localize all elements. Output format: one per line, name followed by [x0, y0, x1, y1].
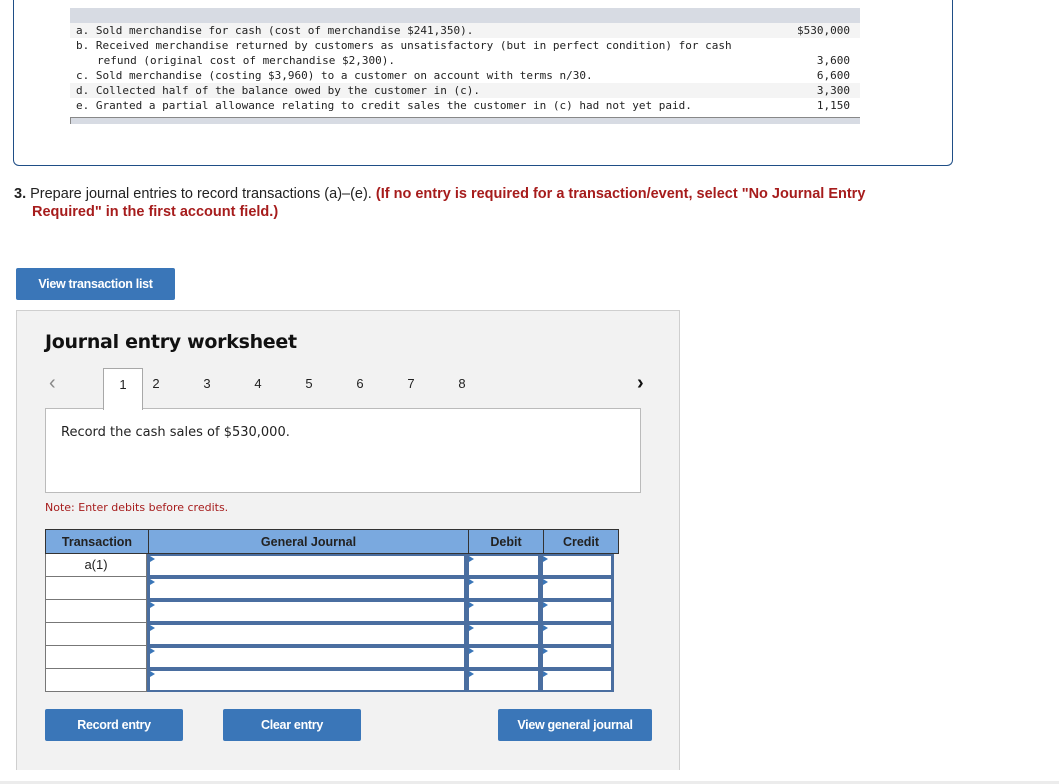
journal-table: Transaction General Journal Debit Credit… — [45, 529, 619, 692]
credit-input[interactable] — [540, 600, 614, 623]
transaction-description: Received merchandise returned by custome… — [95, 39, 732, 52]
transaction-letter: d. — [76, 84, 90, 97]
transaction-cell — [45, 669, 148, 692]
view-general-journal-button[interactable]: View general journal — [498, 709, 652, 741]
tab-6[interactable]: 6 — [340, 368, 380, 409]
transaction-table: a. Sold merchandise for cash (cost of me… — [70, 8, 860, 124]
debit-input[interactable] — [466, 669, 541, 692]
instruction-note-2: Required" in the first account field.) — [32, 204, 279, 220]
clear-entry-button[interactable]: Clear entry — [223, 709, 361, 741]
account-input[interactable] — [147, 577, 467, 600]
horizontal-scrollbar[interactable] — [70, 117, 860, 124]
journal-row — [45, 623, 619, 646]
column-debit: Debit — [469, 530, 544, 553]
tab-8[interactable]: 8 — [442, 368, 482, 409]
worksheet-title: Journal entry worksheet — [45, 331, 297, 353]
instruction-text: Prepare journal entries to record transa… — [26, 186, 376, 202]
credit-input[interactable] — [540, 669, 614, 692]
debit-input[interactable] — [466, 577, 541, 600]
chevron-right-icon[interactable]: › — [637, 372, 644, 395]
debit-input[interactable] — [466, 600, 541, 623]
tab-4[interactable]: 4 — [238, 368, 278, 409]
transaction-row-b: b. Received merchandise returned by cust… — [70, 38, 860, 68]
transaction-letter: e. — [76, 99, 90, 112]
debits-note: Note: Enter debits before credits. — [45, 501, 229, 514]
debit-input[interactable] — [466, 646, 541, 669]
transaction-amount: 3,300 — [816, 84, 850, 97]
credit-input[interactable] — [540, 623, 614, 646]
transaction-table-header — [70, 8, 860, 23]
column-general-journal: General Journal — [149, 530, 469, 553]
transaction-amount: 1,150 — [816, 99, 850, 112]
account-input[interactable] — [147, 623, 467, 646]
credit-input[interactable] — [540, 554, 614, 577]
transaction-description: Sold merchandise (costing $3,960) to a c… — [95, 69, 593, 82]
transaction-cell — [45, 600, 148, 623]
transaction-amount: $530,000 — [797, 24, 850, 37]
transaction-amount: 6,600 — [816, 69, 850, 82]
worksheet-tabs: ‹ 1 2 3 4 5 6 7 8 › — [45, 368, 645, 410]
transaction-row-a: a. Sold merchandise for cash (cost of me… — [70, 23, 860, 38]
tab-5[interactable]: 5 — [289, 368, 329, 409]
journal-header: Transaction General Journal Debit Credit — [45, 529, 619, 554]
column-transaction: Transaction — [46, 530, 149, 553]
debit-input[interactable] — [466, 623, 541, 646]
entry-prompt-box: Record the cash sales of $530,000. — [45, 408, 641, 493]
record-entry-button[interactable]: Record entry — [45, 709, 183, 741]
journal-entry-worksheet: Journal entry worksheet ‹ 1 2 3 4 5 6 7 … — [16, 310, 680, 770]
chevron-left-icon[interactable]: ‹ — [49, 372, 56, 395]
account-input[interactable] — [147, 600, 467, 623]
credit-input[interactable] — [540, 646, 614, 669]
transaction-row-c: c. Sold merchandise (costing $3,960) to … — [70, 68, 860, 83]
transaction-letter: c. — [76, 69, 90, 82]
transaction-description: Collected half of the balance owed by th… — [95, 84, 480, 97]
transaction-description-cont: refund (original cost of merchandise $2,… — [97, 54, 396, 67]
transaction-cell — [45, 623, 148, 646]
instruction-note-1: (If no entry is required for a transacti… — [375, 186, 866, 202]
transaction-description: Granted a partial allowance relating to … — [95, 99, 692, 112]
account-input[interactable] — [147, 646, 467, 669]
journal-row — [45, 577, 619, 600]
journal-row — [45, 669, 619, 692]
transaction-rows: a. Sold merchandise for cash (cost of me… — [70, 23, 860, 113]
tab-7[interactable]: 7 — [391, 368, 431, 409]
transaction-letter: a. — [76, 24, 90, 37]
view-transaction-list-button[interactable]: View transaction list — [16, 268, 175, 300]
transaction-description: Sold merchandise for cash (cost of merch… — [95, 24, 474, 37]
tab-1[interactable]: 1 — [103, 368, 143, 410]
journal-row: a(1) — [45, 554, 619, 577]
column-credit: Credit — [562, 534, 600, 549]
transaction-amount: 3,600 — [816, 54, 850, 67]
transaction-cell — [45, 646, 148, 669]
question-number: 3. — [14, 186, 27, 202]
account-input[interactable] — [147, 669, 467, 692]
journal-row — [45, 646, 619, 669]
transaction-row-d: d. Collected half of the balance owed by… — [70, 83, 860, 98]
tab-3[interactable]: 3 — [187, 368, 227, 409]
entry-prompt: Record the cash sales of $530,000. — [61, 425, 290, 440]
account-input[interactable] — [147, 554, 467, 577]
credit-input[interactable] — [540, 577, 614, 600]
debit-input[interactable] — [466, 554, 541, 577]
transaction-row-e: e. Granted a partial allowance relating … — [70, 98, 860, 113]
transaction-cell: a(1) — [45, 554, 148, 577]
transaction-list-box: a. Sold merchandise for cash (cost of me… — [13, 0, 953, 166]
instruction: 3. Prepare journal entries to record tra… — [14, 185, 924, 221]
journal-row — [45, 600, 619, 623]
transaction-letter: b. — [76, 39, 90, 52]
transaction-cell — [45, 577, 148, 600]
